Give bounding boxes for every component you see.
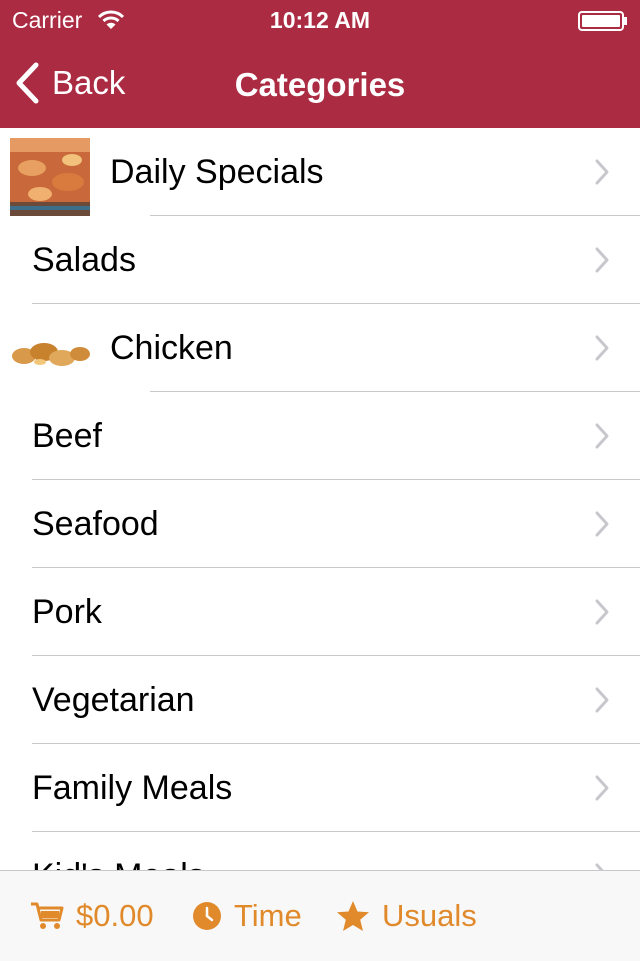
- category-label: Vegetarian: [32, 681, 195, 719]
- chevron-right-icon: [595, 159, 609, 185]
- time-button[interactable]: Time: [192, 871, 302, 961]
- category-row-pork[interactable]: Pork: [0, 568, 640, 656]
- category-row-family-meals[interactable]: Family Meals: [0, 744, 640, 832]
- fried-chicken-thumbnail: [10, 314, 90, 392]
- category-row-beef[interactable]: Beef: [0, 392, 640, 480]
- category-label: Salads: [32, 241, 136, 279]
- status-bar: Carrier 10:12 AM: [0, 0, 640, 40]
- chevron-right-icon: [595, 687, 609, 713]
- category-label: Family Meals: [32, 769, 233, 807]
- shopping-cart-icon: [31, 902, 64, 929]
- chevron-right-icon: [595, 599, 609, 625]
- usuals-label: Usuals: [382, 898, 477, 933]
- star-icon: [337, 901, 369, 931]
- category-row-salads[interactable]: Salads: [0, 216, 640, 304]
- chevron-right-icon: [595, 423, 609, 449]
- chevron-right-icon: [595, 511, 609, 537]
- lasagna-thumbnail: [10, 138, 90, 216]
- category-row-seafood[interactable]: Seafood: [0, 480, 640, 568]
- time-label: Time: [234, 898, 302, 933]
- cart-button[interactable]: $0.00: [30, 871, 154, 961]
- category-row-vegetarian[interactable]: Vegetarian: [0, 656, 640, 744]
- chevron-right-icon: [595, 863, 604, 870]
- cart-total: $0.00: [76, 898, 154, 933]
- category-label: Seafood: [32, 505, 159, 543]
- category-label: Chicken: [110, 329, 233, 367]
- page-title: Categories: [234, 66, 406, 103]
- category-row-kids-meals[interactable]: Kid's Meals: [0, 832, 640, 870]
- battery-icon: [578, 11, 627, 31]
- category-label: Daily Specials: [110, 153, 324, 191]
- category-label: Kid's Meals: [32, 832, 205, 870]
- clock-icon: [193, 902, 221, 930]
- category-list: Daily Specials Salads Chicken Beef Seafo…: [0, 128, 640, 870]
- chevron-right-icon: [595, 775, 609, 801]
- category-label: Pork: [32, 593, 102, 631]
- category-row-chicken[interactable]: Chicken: [0, 304, 640, 392]
- category-label: Beef: [32, 417, 102, 455]
- usuals-button[interactable]: Usuals: [336, 871, 477, 961]
- chevron-right-icon: [595, 247, 609, 273]
- bottom-toolbar: $0.00 Time Usuals: [0, 870, 640, 961]
- chevron-right-icon: [595, 335, 609, 361]
- navigation-bar: Back Categories: [0, 40, 640, 128]
- status-time: 10:12 AM: [269, 7, 371, 33]
- category-row-daily-specials[interactable]: Daily Specials: [0, 128, 640, 216]
- header: Carrier 10:12 AM Back Categories: [0, 0, 640, 128]
